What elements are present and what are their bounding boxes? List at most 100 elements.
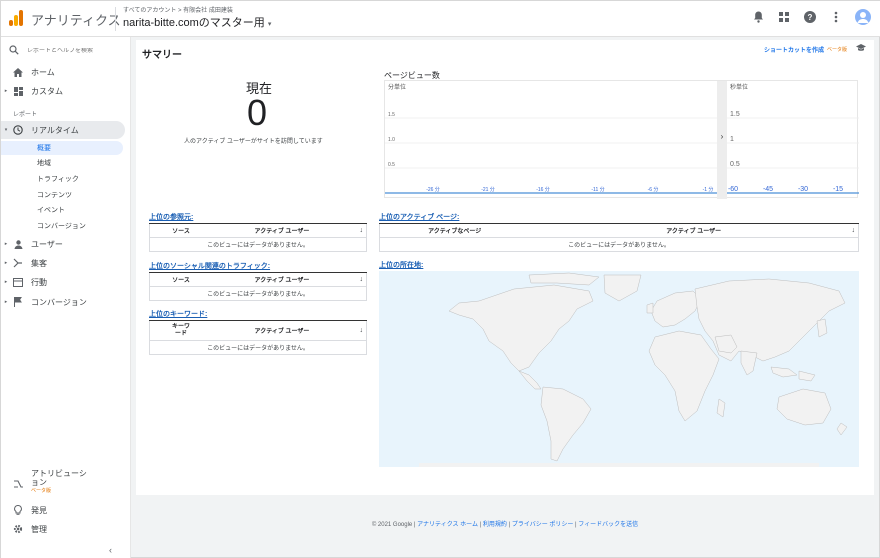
create-shortcut-button[interactable]: ショートカットを作成 ベータ版 [764, 44, 866, 54]
account-selector[interactable]: narita-bitte.comのマスター用 ▾ [123, 14, 271, 30]
footer-link-terms[interactable]: 利用規約 [483, 522, 507, 528]
y-tick-label: 1.5 [730, 111, 740, 118]
table-header: アクティブなページ アクティブ ユーザー ↓ [380, 224, 858, 238]
empty-message: このビューにはデータがありません。 [207, 292, 309, 298]
sidebar-item-acquisition[interactable]: ▸ 集客 [1, 254, 125, 272]
header-actions: ? [751, 9, 871, 25]
expand-arrow-icon: ▸ [4, 88, 8, 94]
column-header-active-users[interactable]: アクティブ ユーザー [529, 226, 858, 235]
sidebar-item-behavior[interactable]: ▸ 行動 [1, 273, 125, 291]
sidebar-subitem-conversions[interactable]: コンバージョン [1, 219, 123, 233]
empty-message: このビューにはデータがありません。 [207, 346, 309, 352]
sidebar-item-users[interactable]: ▸ ユーザー [1, 235, 125, 253]
sidebar-subitem-content[interactable]: コンテンツ [1, 188, 123, 202]
sidebar-item-label: 集客 [31, 258, 47, 268]
expand-arrow-icon: ▸ [4, 279, 8, 285]
header-divider [115, 7, 116, 31]
active-users-description: 人のアクティブ ユーザーがサイトを訪問しています [184, 139, 323, 145]
page-title: サマリー [142, 50, 182, 61]
sidebar-item-label: コンバージョン [31, 297, 87, 307]
beta-badge: ベータ版 [31, 488, 52, 494]
sidebar-item-admin[interactable]: 管理 [1, 520, 125, 538]
top-header: アナリティクス すべてのアカウント > 有限会社 成田建装 narita-bit… [1, 1, 880, 37]
search-input[interactable] [27, 48, 127, 54]
main-content: サマリー ショートカットを作成 ベータ版 現在 0 人のアクティブ ユーザーがサ… [136, 40, 874, 495]
top-active-pages-title[interactable]: 上位のアクティブ ページ: [379, 212, 859, 224]
sort-down-icon[interactable]: ↓ [360, 327, 364, 334]
column-header-keyword[interactable]: キーワード [150, 324, 212, 338]
expand-arrow-icon: ▸ [4, 241, 8, 247]
top-social-table: ソース アクティブ ユーザー ↓ このビューにはデータがありません。 [149, 273, 367, 301]
apps-grid-icon[interactable] [777, 10, 791, 24]
graduation-cap-icon[interactable] [856, 44, 866, 54]
sidebar-item-label: ホーム [31, 67, 55, 77]
sidebar-item-home[interactable]: ホーム [1, 63, 125, 81]
x-tick-label: -1 分 [703, 186, 714, 193]
top-referrals-table: ソース アクティブ ユーザー ↓ このビューにはデータがありません。 [149, 224, 367, 252]
chevron-right-icon: › [721, 132, 724, 141]
column-header-source[interactable]: ソース [150, 226, 212, 235]
svg-text:?: ? [808, 13, 813, 22]
top-referrals-title[interactable]: 上位の参照元: [149, 212, 367, 224]
x-tick-label: -30 [798, 186, 808, 193]
sidebar-item-label: アトリビューション [31, 469, 87, 487]
sidebar-item-label: カスタム [31, 86, 63, 96]
world-map[interactable] [379, 271, 859, 467]
attribution-icon [11, 477, 25, 491]
top-social-title[interactable]: 上位のソーシャル関連のトラフィック: [149, 261, 367, 273]
top-keywords-table: キーワード アクティブ ユーザー ↓ このビューにはデータがありません。 [149, 321, 367, 355]
help-icon[interactable]: ? [803, 10, 817, 24]
product-name[interactable]: アナリティクス [31, 10, 121, 29]
gear-icon [11, 522, 25, 536]
footer-link-privacy[interactable]: プライバシー ポリシー [512, 522, 574, 528]
sort-down-icon[interactable]: ↓ [852, 227, 856, 234]
footer-link-analytics-home[interactable]: アナリティクス ホーム [417, 522, 478, 528]
left-sidebar: ホーム ▸ カスタム レポート ▾ リアルタイム 概要 地域 トラフィック コン… [1, 37, 131, 558]
sidebar-item-label: ユーザー [31, 239, 63, 249]
sort-down-icon[interactable]: ↓ [360, 276, 364, 283]
account-breadcrumb[interactable]: すべてのアカウント > 有限会社 成田建装 [123, 5, 233, 14]
sidebar-item-custom[interactable]: ▸ カスタム [1, 82, 125, 100]
pageviews-chart-svg: › 分単位 1.5 1.0 0.5 -26 分 -21 分 -16 分 -11 分 -6 分 -1 … [385, 81, 859, 199]
collapse-arrow-icon: ▾ [4, 127, 8, 133]
y-tick-label: 1 [730, 136, 734, 143]
column-header-active-page[interactable]: アクティブなページ [380, 226, 529, 235]
sidebar-subitem-locations[interactable]: 地域 [1, 156, 123, 170]
sidebar-item-discover[interactable]: 発見 [1, 501, 125, 519]
sidebar-item-realtime[interactable]: ▾ リアルタイム [1, 121, 125, 139]
sidebar-item-label: 発見 [31, 505, 47, 515]
y-tick-label: 0.5 [730, 161, 740, 168]
sidebar-item-label: リアルタイム [31, 125, 79, 135]
sidebar-subitem-traffic[interactable]: トラフィック [1, 172, 123, 186]
column-header-active-users[interactable]: アクティブ ユーザー [212, 226, 352, 235]
lightbulb-icon [11, 503, 25, 517]
sidebar-item-attribution[interactable]: アトリビューション ベータ版 [1, 469, 125, 497]
x-tick-label: -15 [833, 186, 843, 193]
more-vert-icon[interactable] [829, 10, 843, 24]
x-tick-label: -26 分 [426, 186, 440, 193]
flag-icon [11, 295, 25, 309]
top-referrals-widget: 上位の参照元: ソース アクティブ ユーザー ↓ このビューにはデータがありませ… [149, 212, 367, 252]
column-header-source[interactable]: ソース [150, 275, 212, 284]
chart-panel-label: 秒単位 [730, 83, 748, 91]
column-header-active-users[interactable]: アクティブ ユーザー [212, 275, 352, 284]
sidebar-subitem-events[interactable]: イベント [1, 203, 123, 217]
y-tick-label: 1.0 [388, 137, 395, 143]
search-icon [9, 42, 19, 60]
collapse-sidebar-icon[interactable]: ‹ [109, 545, 112, 555]
top-active-pages-table: アクティブなページ アクティブ ユーザー ↓ このビューにはデータがありません。 [379, 224, 859, 252]
behavior-icon [11, 275, 25, 289]
bell-icon[interactable] [751, 10, 765, 24]
analytics-logo-icon[interactable] [9, 10, 23, 26]
home-icon [11, 65, 25, 79]
account-avatar-icon[interactable] [855, 9, 871, 25]
sidebar-item-conversions[interactable]: ▸ コンバージョン [1, 293, 125, 311]
column-header-active-users[interactable]: アクティブ ユーザー [212, 326, 352, 335]
footer-link-feedback[interactable]: フィードバックを送信 [578, 522, 638, 528]
top-social-widget: 上位のソーシャル関連のトラフィック: ソース アクティブ ユーザー ↓ このビュ… [149, 261, 367, 301]
x-tick-label: -11 分 [591, 186, 604, 193]
sort-down-icon[interactable]: ↓ [360, 227, 364, 234]
top-keywords-title[interactable]: 上位のキーワード: [149, 309, 367, 321]
sidebar-subitem-overview[interactable]: 概要 [1, 141, 123, 155]
sidebar-search [9, 43, 127, 59]
